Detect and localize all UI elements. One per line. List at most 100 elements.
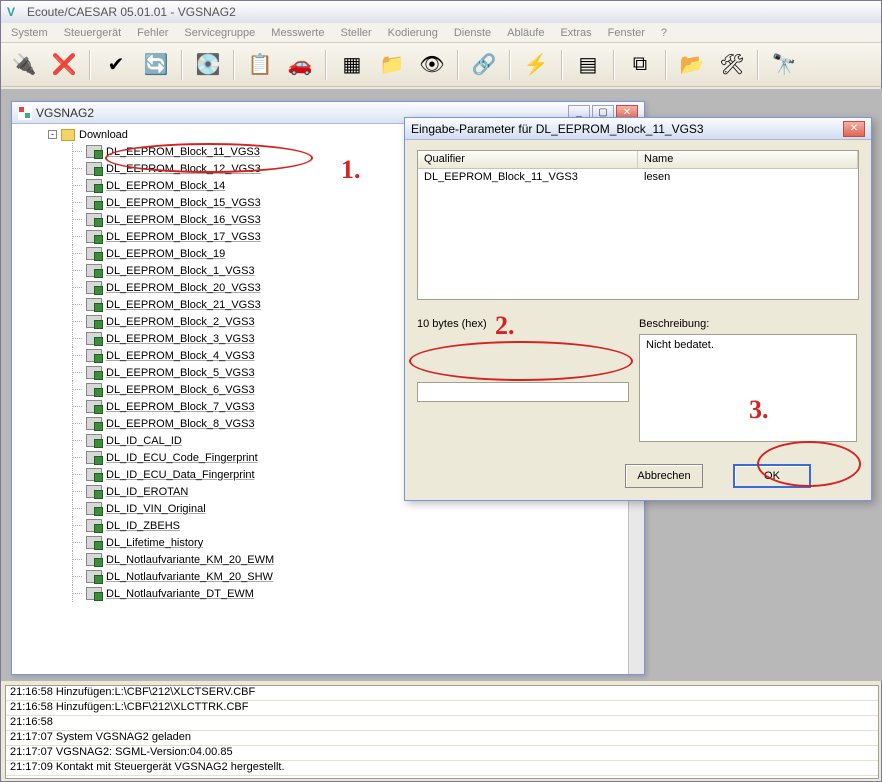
tree-item-label: DL_EEPROM_Block_6_VGS3 (106, 384, 255, 396)
dialog-titlebar[interactable]: Eingabe-Parameter für DL_EEPROM_Block_11… (405, 118, 871, 140)
tree-item[interactable]: DL_Notlaufvariante_KM_20_SHW (66, 568, 630, 585)
tree-item-label: DL_ID_CAL_ID (106, 435, 182, 447)
tb-refresh-icon[interactable]: 🔄 (139, 48, 173, 82)
tb-ecu-icon[interactable]: 💽 (191, 48, 225, 82)
tb-faults-icon[interactable]: 📋 (243, 48, 277, 82)
tb-car-icon[interactable]: 🚗 (283, 48, 317, 82)
log-line: 21:17:09 Kontakt mit Steuergerät VGSNAG2… (6, 761, 878, 776)
download-node-icon (86, 264, 102, 277)
tree-item-label: DL_EEPROM_Block_1_VGS3 (106, 265, 255, 277)
tb-eye-icon[interactable]: 👁 (415, 48, 449, 82)
download-node-icon (86, 213, 102, 226)
tree-item[interactable]: DL_Notlaufvariante_DT_EWM (66, 585, 630, 602)
menu-extras[interactable]: Extras (554, 25, 597, 41)
toolbar: 🔌 ❌ ✔ 🔄 💽 📋 🚗 ▦ 📁 👁 🔗 ⚡ ▤ ⧉ 📂 🛠 🔭 (1, 43, 881, 87)
menu-messwerte[interactable]: Messwerte (265, 25, 330, 41)
tree-item-label: DL_EEPROM_Block_2_VGS3 (106, 316, 255, 328)
col-qualifier[interactable]: Qualifier (418, 151, 638, 168)
tree-item[interactable]: DL_ID_VIN_Original (66, 500, 630, 517)
col-name[interactable]: Name (638, 151, 858, 168)
tb-link-icon[interactable]: 🔗 (467, 48, 501, 82)
mdi-app-icon (18, 106, 32, 120)
download-node-icon (86, 332, 102, 345)
tb-connect-icon[interactable]: 🔌 (7, 48, 41, 82)
tb-separator (89, 50, 91, 80)
tb-tools-icon[interactable]: 🛠 (715, 48, 749, 82)
window-titlebar: V Ecoute/CAESAR 05.01.01 - VGSNAG2 (1, 1, 881, 23)
tree-item-label: DL_EEPROM_Block_3_VGS3 (106, 333, 255, 345)
cancel-button[interactable]: Abbrechen (625, 464, 703, 488)
menu-fenster[interactable]: Fenster (602, 25, 651, 41)
menu-help[interactable]: ? (655, 25, 673, 41)
log-line: 21:17:07 VGSNAG2: SGML-Version:04.00.85 (6, 746, 878, 761)
dialog-close-button[interactable]: ✕ (843, 121, 865, 137)
tree-item[interactable]: DL_Notlaufvariante_KM_20_EWM (66, 551, 630, 568)
download-node-icon (86, 145, 102, 158)
download-node-icon (86, 298, 102, 311)
tree-item-label: DL_EEPROM_Block_11_VGS3 (106, 146, 260, 158)
download-node-icon (86, 502, 102, 515)
tb-binoculars-icon[interactable]: 🔭 (767, 48, 801, 82)
download-node-icon (86, 468, 102, 481)
download-node-icon (86, 349, 102, 362)
listview-row[interactable]: DL_EEPROM_Block_11_VGS3 lesen (418, 169, 858, 185)
tree-item-label: DL_EEPROM_Block_19 (106, 248, 225, 260)
download-node-icon (86, 366, 102, 379)
app-window: V Ecoute/CAESAR 05.01.01 - VGSNAG2 Syste… (0, 0, 882, 782)
tree-item-label: DL_EEPROM_Block_8_VGS3 (106, 418, 255, 430)
hex-input[interactable] (417, 382, 629, 402)
download-node-icon (86, 570, 102, 583)
tb-separator (665, 50, 667, 80)
tb-separator (509, 50, 511, 80)
tb-table-icon[interactable]: ▤ (571, 48, 605, 82)
menu-bar: System Steuergerät Fehler Servicegruppe … (1, 23, 881, 43)
download-node-icon (86, 315, 102, 328)
input-dialog: Eingabe-Parameter für DL_EEPROM_Block_11… (404, 117, 872, 501)
download-node-icon (86, 400, 102, 413)
tb-flash-icon[interactable]: ⚡ (519, 48, 553, 82)
tb-disconnect-icon[interactable]: ❌ (47, 48, 81, 82)
tree-item-label: DL_EEPROM_Block_21_VGS3 (106, 299, 261, 311)
folder-icon (61, 129, 75, 141)
menu-steller[interactable]: Steller (334, 25, 377, 41)
menu-ablaeufe[interactable]: Abläufe (501, 25, 550, 41)
tb-filter-icon[interactable]: ⧉ (623, 48, 657, 82)
tree-item-label: DL_EEPROM_Block_17_VGS3 (106, 231, 261, 243)
tree-item[interactable]: DL_Lifetime_history (66, 534, 630, 551)
menu-servicegruppe[interactable]: Servicegruppe (178, 25, 261, 41)
log-line: 21:16:58 (6, 716, 878, 731)
menu-system[interactable]: System (5, 25, 54, 41)
tree-folder-label: Download (79, 129, 128, 141)
mdi-title: VGSNAG2 (36, 106, 94, 120)
download-node-icon (86, 383, 102, 396)
tb-grid-icon[interactable]: ▦ (335, 48, 369, 82)
download-node-icon (86, 519, 102, 532)
tree-item-label: DL_EEPROM_Block_5_VGS3 (106, 367, 255, 379)
menu-dienste[interactable]: Dienste (448, 25, 497, 41)
tree-item[interactable]: DL_ID_ZBEHS (66, 517, 630, 534)
menu-steuergeraet[interactable]: Steuergerät (58, 25, 127, 41)
tb-separator (613, 50, 615, 80)
tb-check-icon[interactable]: ✔ (99, 48, 133, 82)
menu-fehler[interactable]: Fehler (131, 25, 174, 41)
tb-separator (561, 50, 563, 80)
tree-collapse-icon[interactable]: - (48, 130, 57, 139)
parameter-listview[interactable]: Qualifier Name DL_EEPROM_Block_11_VGS3 l… (417, 150, 859, 300)
download-node-icon (86, 485, 102, 498)
log-line: 21:16:58 Hinzufügen:L:\CBF\212\XLCTSERV.… (6, 686, 878, 701)
mdi-workarea: VGSNAG2 _ ▢ ✕ - Download DL_EEPROM_Block… (1, 89, 882, 681)
tree-item-label: DL_EEPROM_Block_20_VGS3 (106, 282, 261, 294)
menu-kodierung[interactable]: Kodierung (382, 25, 444, 41)
tb-folder-out-icon[interactable]: 📂 (675, 48, 709, 82)
log-line: 21:16:58 Hinzufügen:L:\CBF\212\XLCTTRK.C… (6, 701, 878, 716)
download-node-icon (86, 281, 102, 294)
download-node-icon (86, 247, 102, 260)
tb-separator (457, 50, 459, 80)
description-box: Nicht bedatet. (639, 334, 857, 442)
bytes-label: 10 bytes (hex) (417, 318, 487, 330)
tb-folder-cfg-icon[interactable]: 📁 (375, 48, 409, 82)
tree-item-label: DL_EEPROM_Block_7_VGS3 (106, 401, 255, 413)
ok-button[interactable]: OK (733, 464, 811, 488)
download-node-icon (86, 417, 102, 430)
log-panel[interactable]: 21:16:58 Hinzufügen:L:\CBF\212\XLCTSERV.… (5, 685, 879, 779)
